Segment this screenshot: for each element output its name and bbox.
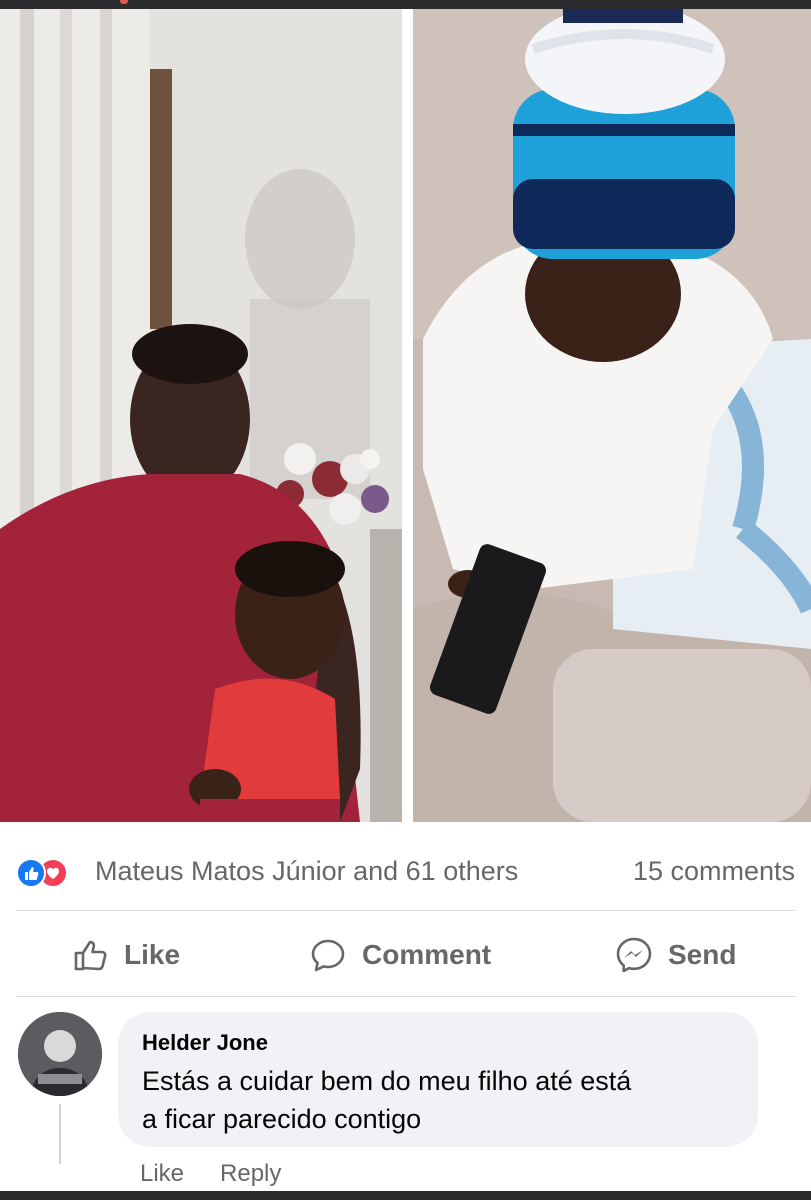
bottom-strip bbox=[0, 1191, 811, 1200]
post-photo-grid bbox=[0, 9, 811, 822]
comment-author[interactable]: Helder Jone bbox=[142, 1030, 734, 1056]
reply-thread-line bbox=[59, 1104, 61, 1164]
speech-bubble-icon bbox=[311, 939, 345, 972]
comments-count[interactable]: 15 comments bbox=[633, 856, 795, 887]
comment-reply-link[interactable]: Reply bbox=[220, 1160, 281, 1188]
status-dot bbox=[120, 0, 128, 4]
messenger-icon bbox=[616, 937, 652, 973]
photo-toddler-in-beanie-image bbox=[413, 9, 811, 822]
like-button[interactable]: Like bbox=[70, 933, 180, 977]
user-avatar-icon bbox=[18, 1012, 102, 1096]
reactions-summary[interactable]: Mateus Matos Júnior and 61 others bbox=[95, 856, 518, 887]
thumbs-up-icon bbox=[74, 940, 107, 971]
reaction-icons[interactable] bbox=[16, 858, 86, 888]
like-button-label: Like bbox=[124, 939, 181, 970]
post-photo-left[interactable] bbox=[0, 9, 402, 822]
reactions-bar: Mateus Matos Júnior and 61 others 15 com… bbox=[0, 836, 811, 900]
divider bbox=[16, 910, 795, 911]
comment-like-link[interactable]: Like bbox=[140, 1160, 184, 1188]
like-reaction-icon bbox=[16, 858, 46, 888]
send-button[interactable]: Send bbox=[614, 933, 736, 977]
comment-text-line-2: a ficar parecido contigo bbox=[142, 1104, 422, 1134]
comment-actions: Like Reply bbox=[140, 1160, 281, 1188]
comment: Helder Jone Estás a cuidar bem do meu fi… bbox=[0, 1000, 811, 1200]
comment-bubble: Helder Jone Estás a cuidar bem do meu fi… bbox=[118, 1012, 758, 1147]
comment-text-line-1: Estás a cuidar bem do meu filho até está bbox=[142, 1066, 632, 1096]
comment-button-label: Comment bbox=[362, 939, 492, 970]
post-action-bar: Like Comment Send bbox=[0, 915, 811, 995]
divider bbox=[16, 996, 795, 997]
avatar[interactable] bbox=[18, 1012, 102, 1096]
comment-button[interactable]: Comment bbox=[308, 933, 491, 977]
photo-man-holding-toddler-image bbox=[0, 9, 402, 822]
send-button-label: Send bbox=[668, 939, 737, 970]
top-status-strip bbox=[0, 0, 811, 9]
post-photo-right[interactable] bbox=[413, 9, 811, 822]
